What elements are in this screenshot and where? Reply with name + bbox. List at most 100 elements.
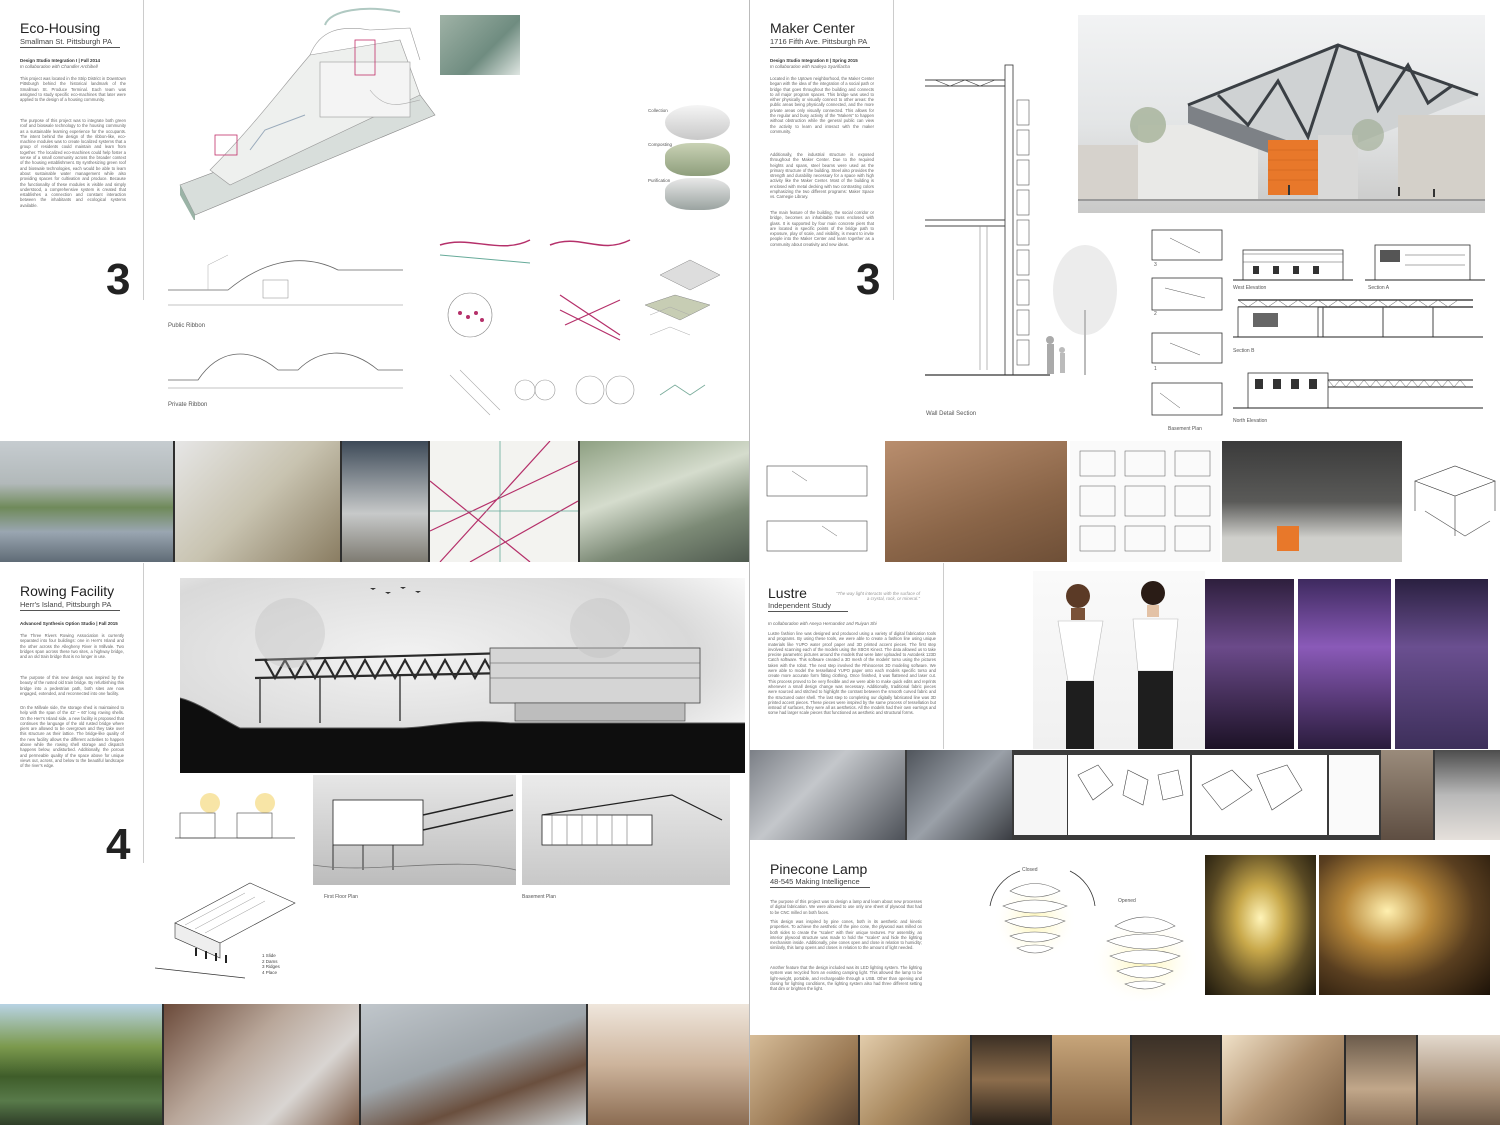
description-paragraph: The purpose of this project was to integ…: [20, 118, 126, 208]
scale-piece-photo-2: [860, 1035, 970, 1125]
light-section-diagrams: [175, 793, 295, 839]
opened-label: Opened: [1118, 898, 1136, 904]
tessellation-lines: [1077, 764, 1184, 806]
map-lines: [430, 441, 578, 562]
title-rule: [770, 47, 870, 48]
eco-housing-photo-strip: [0, 441, 749, 562]
tree-and-figures-entourage: [1046, 245, 1117, 375]
west-elevation: [1233, 249, 1353, 281]
west-elevation-caption: West Elevation: [1233, 285, 1267, 291]
public-ribbon-caption: Public Ribbon: [168, 323, 206, 329]
wall-detail-caption: Wall Detail Section: [926, 411, 977, 417]
studio-label: Design Studio Integration I | Fall 2014: [20, 58, 101, 63]
description-paragraph: On the Millvale side, the storage shed i…: [20, 705, 124, 769]
lustre-panel: Lustre Independent Study "The way light …: [750, 563, 1500, 749]
section-b-caption: Section B: [1233, 348, 1255, 354]
level-label: 3: [1154, 262, 1157, 268]
description-paragraph: The purpose of this project was to desig…: [770, 899, 922, 915]
bioswale-render: [440, 15, 520, 75]
lustre-subtitle: Independent Study: [768, 601, 831, 610]
column-rule: [893, 0, 894, 300]
ribbon-model-render: [175, 441, 340, 562]
maker-center-location: 1716 Fifth Ave. Pittsburgh PA: [770, 37, 868, 46]
ribbon-axonometric-drawing: [179, 7, 436, 220]
collab-label: In collaboration with Chandler Archibell: [20, 64, 98, 69]
pinecone-lamp-diagram: [989, 870, 1200, 1001]
legend-item: 4 Place: [262, 969, 278, 975]
laser-cutter-photo: [1435, 750, 1500, 840]
mannequin-drawing: [1014, 755, 1067, 835]
column-rule: [143, 0, 144, 300]
maker-center-panel: Maker Center 1716 Fifth Ave. Pittsburgh …: [750, 0, 1500, 440]
aerial-render: [580, 441, 749, 562]
basement-plan-lines: [541, 794, 723, 846]
legend-item: 3 Ridges: [262, 964, 280, 969]
level-label: 2: [1154, 311, 1157, 317]
composting-vignette: [665, 143, 730, 176]
rowing-facility-location: Herr's Island, Pittsburgh PA: [20, 600, 112, 609]
section-a-caption: Section A: [1368, 285, 1390, 291]
scale-piece-photo-1: [750, 1035, 858, 1125]
block-plan-drawing: [1070, 441, 1220, 562]
site-model-photo: [885, 441, 1067, 562]
rowing-facility-panel: Rowing Facility Herr's Island, Pittsburg…: [0, 563, 749, 1003]
first-floor-plan-lines: [313, 794, 516, 871]
pinecone-lamp-title: Pinecone Lamp: [770, 861, 868, 877]
eco-housing-location: Smallman St. Pittsburgh PA: [20, 37, 112, 46]
private-ribbon-section: [168, 352, 403, 389]
column-rule: [943, 563, 944, 749]
project-number: 3: [106, 255, 131, 304]
wall-detail-section: [925, 64, 1050, 376]
structural-model-photo: [1222, 441, 1402, 562]
models-silhouettes: [1057, 581, 1179, 749]
private-ribbon-caption: Private Ribbon: [168, 402, 208, 408]
rowing-section-render: [180, 578, 745, 773]
pinecone-process-strip: [750, 1035, 1500, 1125]
maker-center-title: Maker Center: [770, 20, 855, 36]
north-elevation-caption: North Elevation: [1233, 418, 1268, 424]
north-elevation: [1233, 372, 1483, 409]
stacked-scales-photo: [972, 1035, 1050, 1125]
printer-photo: [1381, 750, 1433, 840]
deck-render: [361, 1004, 586, 1125]
closed-label: Closed: [1022, 867, 1038, 873]
lustre-title: Lustre: [768, 585, 807, 601]
title-rule: [770, 887, 870, 888]
tessellation-drawing: [1068, 755, 1190, 835]
structure-axon: [1405, 441, 1500, 562]
callout-label: Composting: [648, 142, 673, 147]
rowing-facility-title: Rowing Facility: [20, 583, 115, 599]
lamp-glow-photo: [1205, 855, 1316, 995]
models-fashion-photo: [1033, 571, 1205, 749]
lamp-assembly-photo: [1319, 855, 1490, 995]
project-number: 3: [856, 255, 881, 304]
interior-truss-render: [164, 1004, 359, 1125]
pinecone-lamp-panel: Pinecone Lamp 48-545 Making Intelligence…: [750, 841, 1500, 1034]
orange-panel: [1277, 526, 1299, 551]
basement-plan-caption: Basement Plan: [522, 894, 556, 900]
eco-housing-panel: Eco-Housing Smallman St. Pittsburgh PA D…: [0, 0, 749, 440]
assembly-photo: [1346, 1035, 1416, 1125]
studio-label: Advanced Synthesis Option Studio | Fall …: [20, 621, 118, 626]
description-paragraph: Lustre fashion line was designed and pro…: [768, 631, 936, 716]
title-rule: [768, 611, 848, 612]
site-map-diagram: [430, 441, 578, 562]
runway-photo-3: [1395, 579, 1488, 749]
lustre-quote: "The way light interacts with the surfac…: [835, 591, 920, 601]
truss-building-render: [1078, 43, 1485, 201]
cnc-photo: [1418, 1035, 1500, 1125]
section-a: [1365, 244, 1485, 281]
rowing-axonometric: [155, 882, 296, 979]
collab-label: In collaboration with Aneya Hernandez an…: [768, 621, 877, 626]
level-label: 1: [1154, 366, 1157, 372]
description-paragraph: The purpose of this new design was inspi…: [20, 675, 124, 696]
interior-frame-photo: [1222, 1035, 1344, 1125]
description-paragraph: This project was located in the Strip Di…: [20, 76, 126, 103]
first-floor-plan-caption: First Floor Plan: [324, 894, 358, 900]
block-plan-lines: [1079, 450, 1211, 552]
frame-detail-photo: [1052, 1035, 1130, 1125]
lab-photo: [907, 750, 1012, 840]
floor-plans: [1151, 229, 1223, 416]
structure-photo: [1132, 1035, 1220, 1125]
runway-photo-2: [1298, 579, 1391, 749]
